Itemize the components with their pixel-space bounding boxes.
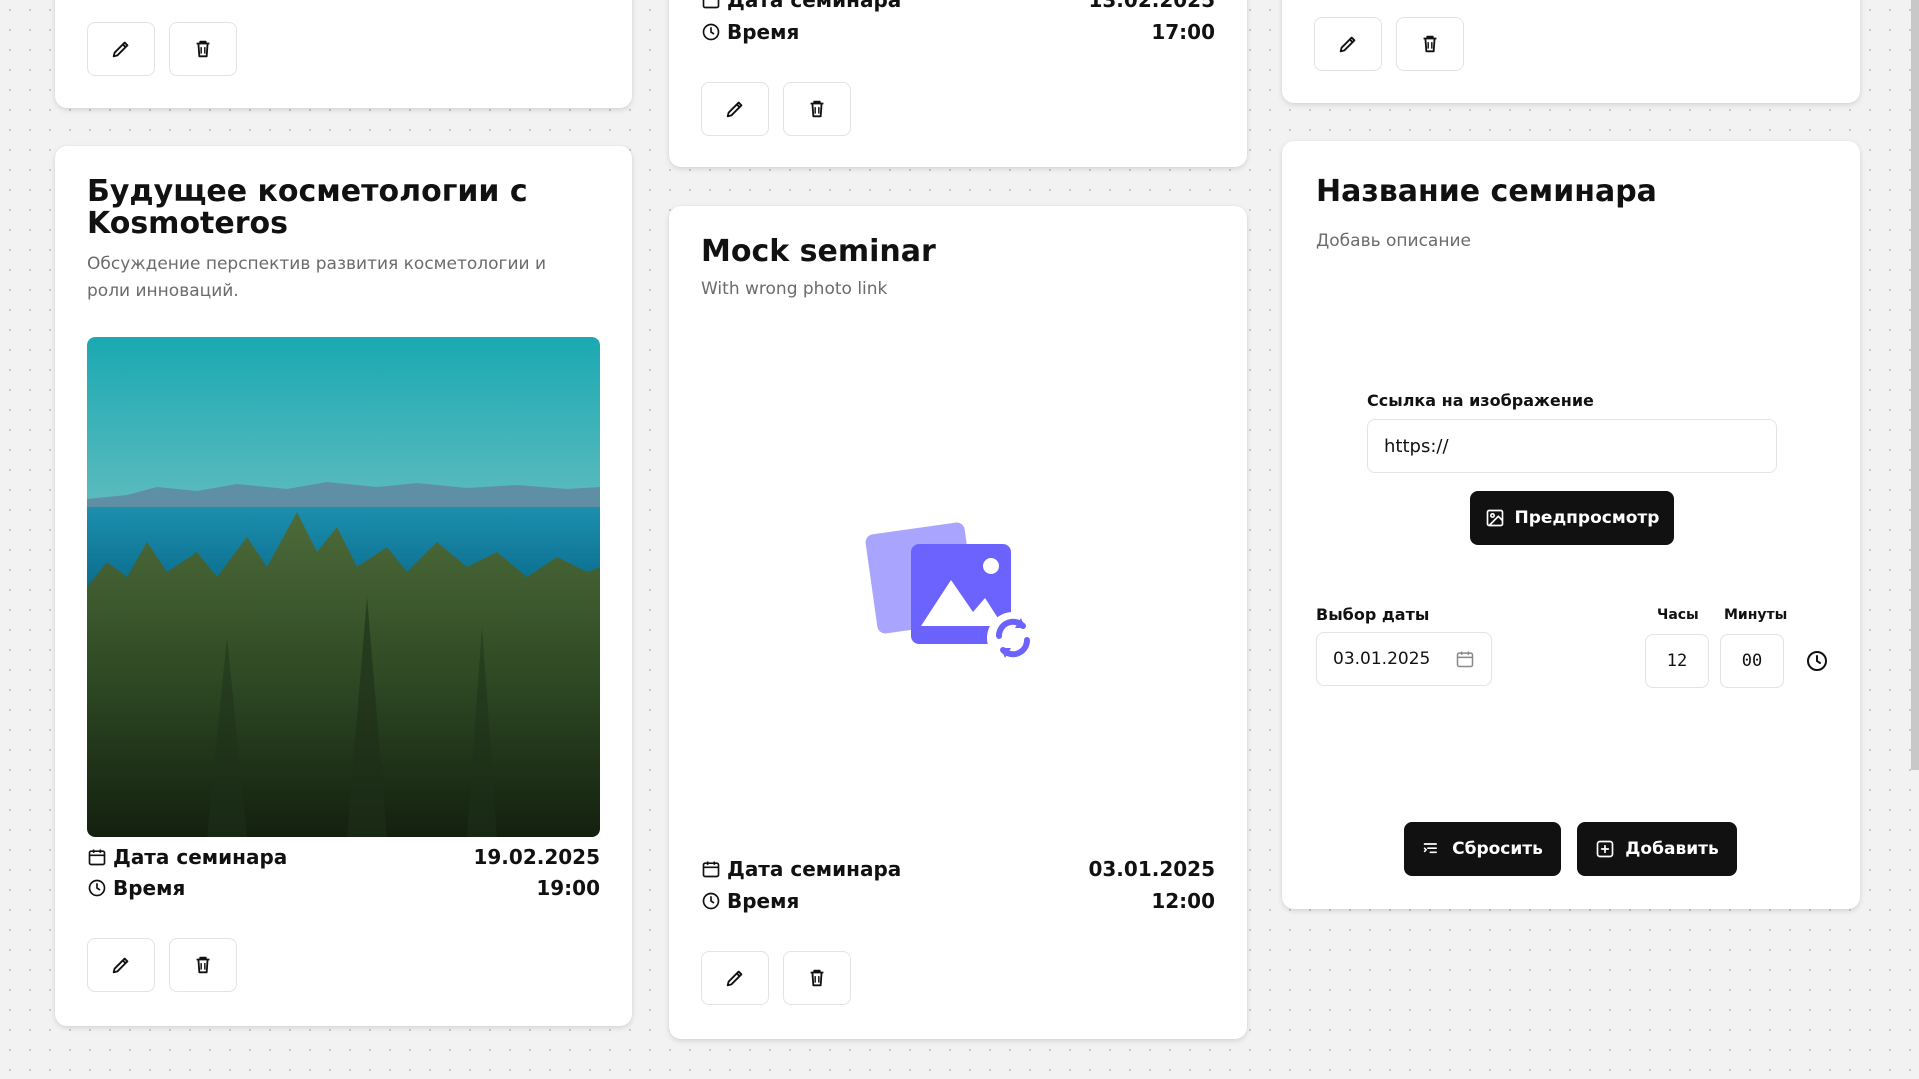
pencil-icon	[724, 967, 746, 989]
calendar-icon	[87, 847, 107, 867]
pencil-icon	[1337, 33, 1359, 55]
preview-button[interactable]: Предпросмотр	[1470, 491, 1674, 545]
date-value: 03.01.2025	[1088, 857, 1215, 881]
time-label: Время	[727, 20, 800, 44]
seminar-card: Дата семинара 13.02.2025 Время 17:00	[669, 0, 1247, 167]
seminar-card	[1282, 0, 1860, 103]
minutes-input[interactable]: 00	[1720, 634, 1784, 688]
broken-image-placeholder-icon	[865, 512, 1039, 684]
trash-icon	[192, 38, 214, 60]
seminar-title: Mock seminar	[701, 234, 936, 269]
minutes-label: Минуты	[1724, 607, 1788, 623]
edit-button[interactable]	[87, 938, 155, 992]
seminar-card	[55, 0, 632, 108]
seminar-description: Обсуждение перспектив развития косметоло…	[87, 254, 546, 301]
add-button[interactable]: Добавить	[1577, 822, 1737, 876]
date-picker-value: 03.01.2025	[1333, 649, 1431, 669]
clock-icon	[701, 891, 721, 911]
image-icon	[1486, 509, 1503, 527]
delete-button[interactable]	[169, 22, 237, 76]
calendar-icon	[701, 859, 721, 879]
seminar-card: Будущее косметологии с Kosmoteros Обсужд…	[55, 146, 632, 1026]
time-label: Время	[727, 889, 800, 913]
time-value: 19:00	[536, 876, 600, 900]
seminar-description-field[interactable]: Добавь описание	[1316, 228, 1816, 255]
edit-button[interactable]	[701, 951, 769, 1005]
date-value: 19.02.2025	[473, 845, 600, 869]
seminar-title-field[interactable]: Название семинара	[1316, 176, 1816, 208]
time-row: Время 17:00	[701, 17, 1215, 47]
date-picker-label: Выбор даты	[1316, 605, 1430, 624]
date-label: Дата семинара	[727, 857, 902, 881]
date-row: Дата семинара 19.02.2025	[87, 842, 600, 872]
date-picker[interactable]: 03.01.2025	[1316, 632, 1492, 686]
seminar-card: Mock seminar With wrong photo link Дата …	[669, 206, 1247, 1039]
delete-button[interactable]	[169, 938, 237, 992]
seminar-photo	[87, 337, 600, 837]
pencil-icon	[110, 954, 132, 976]
image-link-input[interactable]	[1367, 419, 1777, 473]
time-row: Время 12:00	[701, 886, 1215, 916]
clock-icon	[701, 22, 721, 42]
add-button-label: Добавить	[1625, 839, 1719, 859]
edit-button[interactable]	[87, 22, 155, 76]
date-row: Дата семинара 13.02.2025	[701, 0, 1215, 15]
seminar-description: With wrong photo link	[701, 279, 888, 299]
plus-square-icon	[1596, 840, 1614, 858]
time-label: Время	[113, 876, 186, 900]
clock-icon[interactable]	[1805, 649, 1829, 673]
delete-button[interactable]	[1396, 17, 1464, 71]
calendar-icon	[1456, 651, 1474, 668]
time-value: 12:00	[1151, 889, 1215, 913]
page-scrollbar[interactable]	[1911, 0, 1919, 770]
image-link-label: Ссылка на изображение	[1367, 391, 1594, 410]
pencil-icon	[724, 98, 746, 120]
calendar-icon	[701, 0, 721, 10]
hours-label: Часы	[1657, 607, 1699, 623]
date-row: Дата семинара 03.01.2025	[701, 854, 1215, 884]
time-value: 17:00	[1151, 20, 1215, 44]
date-label: Дата семинара	[727, 0, 902, 12]
trash-icon	[1419, 33, 1441, 55]
edit-button[interactable]	[1314, 17, 1382, 71]
reset-list-icon	[1423, 843, 1438, 854]
preview-button-label: Предпросмотр	[1514, 508, 1660, 528]
trash-icon	[806, 98, 828, 120]
reset-button-label: Сбросить	[1452, 839, 1543, 859]
pencil-icon	[110, 38, 132, 60]
new-seminar-form: Название семинара Добавь описание Ссылка…	[1282, 141, 1860, 909]
edit-button[interactable]	[701, 82, 769, 136]
delete-button[interactable]	[783, 82, 851, 136]
date-value: 13.02.2025	[1088, 0, 1215, 12]
hours-input[interactable]: 12	[1645, 634, 1709, 688]
reset-button[interactable]: Сбросить	[1404, 822, 1561, 876]
trash-icon	[806, 967, 828, 989]
time-row: Время 19:00	[87, 873, 600, 903]
seminar-title: Будущее косметологии с Kosmoteros	[87, 174, 528, 241]
delete-button[interactable]	[783, 951, 851, 1005]
clock-icon	[87, 878, 107, 898]
date-label: Дата семинара	[113, 845, 288, 869]
trash-icon	[192, 954, 214, 976]
